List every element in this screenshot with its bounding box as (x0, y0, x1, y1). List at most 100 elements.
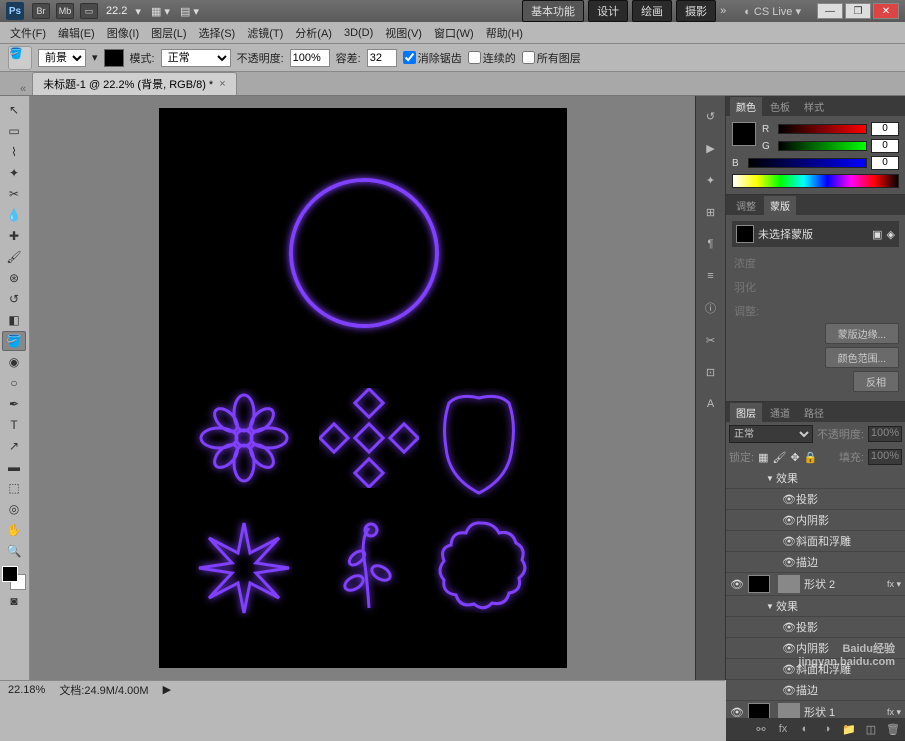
history-icon[interactable]: ↺ (701, 106, 721, 126)
b-value[interactable]: 0 (871, 156, 899, 170)
info-icon[interactable]: ⓘ (701, 298, 721, 318)
all-layers-checkbox[interactable]: 所有图层 (522, 50, 581, 66)
character-icon[interactable]: ¶ (701, 234, 721, 254)
adjustments-tab[interactable]: 调整 (730, 196, 762, 215)
tool-preset-icon[interactable]: ✂ (701, 330, 721, 350)
layer-shape1[interactable]: 👁形状 1fx ▾ (726, 701, 905, 718)
fx-group[interactable]: ▼效果 (726, 468, 905, 489)
menu-analysis[interactable]: 分析(A) (289, 23, 338, 43)
paint-bucket-icon[interactable]: 🪣 (8, 46, 32, 70)
paragraph-icon[interactable]: ≡ (701, 266, 721, 286)
fx-dropshadow[interactable]: 👁投影 (726, 489, 905, 510)
fill-value[interactable]: 100% (868, 449, 902, 465)
shape-tool-icon[interactable]: ▬ (2, 457, 26, 477)
pixel-mask-icon[interactable]: ▣ (872, 228, 882, 241)
quickmask-icon[interactable]: ◙ (2, 591, 26, 611)
pen-tool-icon[interactable]: ✒ (2, 394, 26, 414)
g-slider[interactable] (778, 141, 867, 151)
heal-tool-icon[interactable]: ✚ (2, 226, 26, 246)
layer-blend-select[interactable]: 正常 (729, 425, 813, 443)
vector-mask-icon[interactable]: ◈ (887, 228, 895, 241)
color-preview[interactable] (732, 122, 756, 146)
fx-group-2[interactable]: ▼效果 (726, 596, 905, 617)
new-group-icon[interactable]: 📁 (841, 721, 857, 737)
view-extras-icon[interactable]: ▦ ▾ (151, 5, 170, 18)
menu-edit[interactable]: 编辑(E) (52, 23, 101, 43)
menu-window[interactable]: 窗口(W) (428, 23, 480, 43)
r-slider[interactable] (778, 124, 867, 134)
clone-source-icon[interactable]: ⊞ (701, 202, 721, 222)
blur-tool-icon[interactable]: ◉ (2, 352, 26, 372)
mb-icon[interactable]: Mb (56, 3, 74, 19)
color-tab[interactable]: 颜色 (730, 97, 762, 116)
marquee-tool-icon[interactable]: ▭ (2, 121, 26, 141)
bucket-tool-icon[interactable]: 🪣 (2, 331, 26, 351)
color-range-button[interactable]: 颜色范围... (825, 347, 899, 368)
masks-tab[interactable]: 蒙版 (764, 196, 796, 215)
bridge-icon[interactable]: Br (32, 3, 50, 19)
navigator-icon[interactable]: ⊡ (701, 362, 721, 382)
lock-pixels-icon[interactable]: 🖌 (772, 451, 786, 464)
color-picker[interactable] (2, 566, 26, 590)
status-zoom[interactable]: 22.18% (8, 684, 45, 696)
document-tab[interactable]: 未标题-1 @ 22.2% (背景, RGB/8) * × (32, 72, 237, 95)
delete-layer-icon[interactable]: 🗑 (885, 721, 901, 737)
workspace-design[interactable]: 设计 (588, 0, 628, 22)
stamp-tool-icon[interactable]: ⊛ (2, 268, 26, 288)
maximize-button[interactable]: ❐ (845, 3, 871, 19)
close-tab-icon[interactable]: × (219, 78, 225, 90)
layers-tab[interactable]: 图层 (730, 403, 762, 422)
lock-transparent-icon[interactable]: ▦ (758, 451, 768, 464)
opacity-input[interactable] (290, 49, 330, 67)
dropdown-icon[interactable]: ▾ (92, 51, 98, 64)
layer-opacity-value[interactable]: 100% (868, 426, 902, 442)
workspace-photography[interactable]: 摄影 (676, 0, 716, 22)
antialias-checkbox[interactable]: 消除锯齿 (403, 50, 462, 66)
workspace-essentials[interactable]: 基本功能 (522, 0, 584, 22)
fx-innershadow[interactable]: 👁内阴影 (726, 510, 905, 531)
b-slider[interactable] (748, 158, 867, 168)
fx-innershadow-2[interactable]: 👁内阴影 (726, 638, 905, 659)
history-brush-icon[interactable]: ↺ (2, 289, 26, 309)
mask-edge-button[interactable]: 蒙版边缘... (825, 323, 899, 344)
menu-filter[interactable]: 滤镜(T) (241, 23, 289, 43)
type-icon[interactable]: A (701, 394, 721, 414)
zoom-tool-icon[interactable]: 🔍 (2, 541, 26, 561)
wand-tool-icon[interactable]: ✦ (2, 163, 26, 183)
arrange-docs-icon[interactable]: ▤ ▾ (180, 5, 199, 18)
hand-tool-icon[interactable]: ✋ (2, 520, 26, 540)
menu-layer[interactable]: 图层(L) (145, 23, 192, 43)
canvas-area[interactable] (30, 96, 695, 680)
title-zoom[interactable]: 22.2 (106, 5, 127, 17)
menu-file[interactable]: 文件(F) (4, 23, 52, 43)
layer-mask-icon[interactable]: ◐ (797, 721, 813, 737)
fx-bevel[interactable]: 👁斜面和浮雕 (726, 531, 905, 552)
3d-camera-icon[interactable]: ◎ (2, 499, 26, 519)
brush-preset-icon[interactable]: ✦ (701, 170, 721, 190)
cs-live-button[interactable]: ◐ CS Live ▾ (738, 3, 807, 20)
r-value[interactable]: 0 (871, 122, 899, 136)
menu-help[interactable]: 帮助(H) (480, 23, 529, 43)
workspace-painting[interactable]: 绘画 (632, 0, 672, 22)
path-select-icon[interactable]: ↗ (2, 436, 26, 456)
status-arrow-icon[interactable]: ▶ (163, 683, 171, 696)
workspace-more-icon[interactable]: » (720, 5, 726, 17)
fill-source-select[interactable]: 前景 (38, 49, 86, 67)
menu-3d[interactable]: 3D(D) (338, 25, 379, 41)
g-value[interactable]: 0 (871, 139, 899, 153)
eyedropper-tool-icon[interactable]: 💧 (2, 205, 26, 225)
menu-select[interactable]: 选择(S) (193, 23, 242, 43)
menu-image[interactable]: 图像(I) (101, 23, 145, 43)
brush-tool-icon[interactable]: 🖌 (2, 247, 26, 267)
blend-mode-select[interactable]: 正常 (161, 49, 231, 67)
styles-tab[interactable]: 样式 (798, 97, 830, 116)
status-doc-size[interactable]: 文档:24.9M/4.00M (59, 682, 148, 698)
link-layers-icon[interactable]: ⚯ (753, 721, 769, 737)
lock-position-icon[interactable]: ✥ (790, 451, 799, 464)
layer-fx-icon[interactable]: fx (775, 721, 791, 737)
fx-stroke[interactable]: 👁描边 (726, 552, 905, 573)
canvas[interactable] (159, 108, 567, 668)
fx-dropshadow-2[interactable]: 👁投影 (726, 617, 905, 638)
action-icon[interactable]: ▶ (701, 138, 721, 158)
move-tool-icon[interactable]: ↖ (2, 100, 26, 120)
